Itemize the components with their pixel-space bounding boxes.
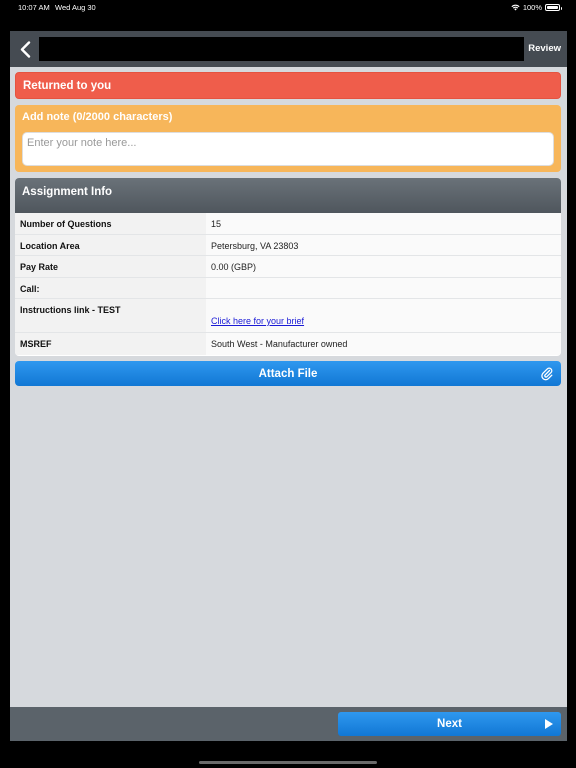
info-row-number-of-questions: Number of Questions 15	[15, 213, 561, 235]
returned-status-banner: Returned to you	[15, 72, 561, 99]
note-input[interactable]	[22, 132, 554, 166]
status-bar: 10:07 AM Wed Aug 30 100%	[0, 0, 576, 14]
assignment-info-header: Assignment Info	[15, 178, 561, 213]
battery-percentage: 100%	[522, 3, 542, 12]
bottom-toolbar: Next	[10, 707, 567, 741]
home-indicator	[199, 761, 377, 764]
paperclip-icon	[541, 367, 553, 381]
assignment-info-card: Assignment Info Number of Questions 15 L…	[15, 178, 561, 356]
info-value: South West - Manufacturer owned	[206, 333, 561, 355]
info-label: Number of Questions	[15, 213, 206, 234]
info-row-msref: MSREF South West - Manufacturer owned	[15, 333, 561, 355]
back-button[interactable]	[14, 36, 36, 62]
info-value: 0.00 (GBP)	[206, 256, 561, 277]
chevron-left-icon	[20, 40, 30, 58]
info-label: Instructions link - TEST	[15, 299, 206, 332]
note-label: Add note (0/2000 characters)	[22, 111, 173, 123]
nav-bar: Review	[10, 31, 567, 67]
info-row-call: Call:	[15, 278, 561, 299]
review-button[interactable]: Review	[528, 43, 561, 54]
play-icon	[545, 719, 553, 729]
nav-title	[39, 37, 524, 61]
info-label: Location Area	[15, 235, 206, 255]
status-time: 10:07 AM	[18, 3, 50, 12]
status-indicators: 100%	[511, 3, 562, 12]
app-frame: Review Returned to you Add note (0/2000 …	[10, 31, 567, 741]
battery-icon	[545, 4, 562, 11]
status-date: Wed Aug 30	[55, 3, 96, 12]
next-label: Next	[437, 718, 462, 730]
info-label: Pay Rate	[15, 256, 206, 277]
info-row-pay-rate: Pay Rate 0.00 (GBP)	[15, 256, 561, 278]
info-value: Petersburg, VA 23803	[206, 235, 561, 255]
info-value: Click here for your brief	[206, 299, 561, 332]
attach-file-button[interactable]: Attach File	[15, 361, 561, 386]
info-label: Call:	[15, 278, 206, 298]
info-value: 15	[206, 213, 561, 234]
info-row-instructions-link: Instructions link - TEST Click here for …	[15, 299, 561, 333]
info-row-location-area: Location Area Petersburg, VA 23803	[15, 235, 561, 256]
note-panel: Add note (0/2000 characters)	[15, 105, 561, 172]
wifi-icon	[511, 4, 520, 11]
info-value	[206, 278, 561, 298]
next-button[interactable]: Next	[338, 712, 561, 736]
attach-file-label: Attach File	[258, 367, 318, 380]
brief-link[interactable]: Click here for your brief	[211, 316, 304, 326]
info-label: MSREF	[15, 333, 206, 355]
